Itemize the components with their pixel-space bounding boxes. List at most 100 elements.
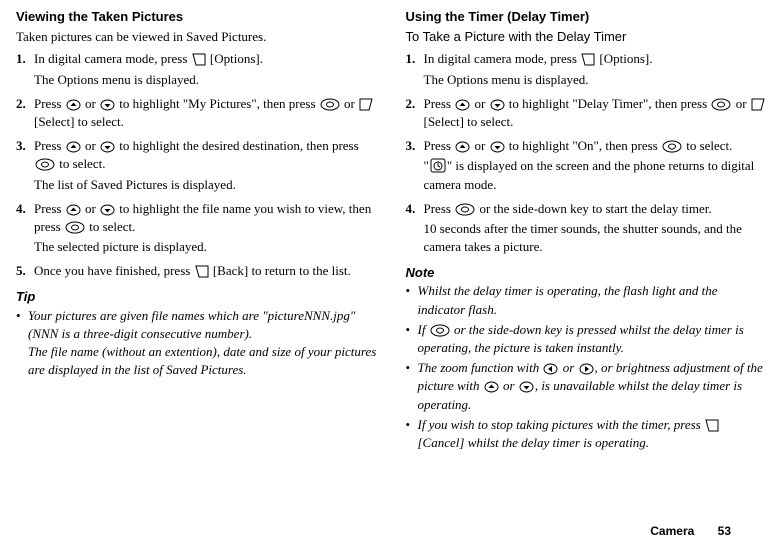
nav-down-icon [490, 99, 505, 111]
bullet-text: The zoom function with or , or brightnes… [418, 359, 768, 414]
steps-list: 1.In digital camera mode, press [Options… [406, 50, 768, 258]
page-footer: Camera 53 [16, 515, 767, 548]
steps-list: 1.In digital camera mode, press [Options… [16, 50, 378, 282]
step-item: 1.In digital camera mode, press [Options… [406, 50, 768, 90]
center-key-icon [455, 203, 475, 216]
step-line: Once you have finished, press [Back] to … [34, 262, 378, 280]
step-line: The Options menu is displayed. [424, 71, 768, 89]
nav-down-icon [100, 99, 115, 111]
step-line: Press or to highlight "Delay Timer", the… [424, 95, 768, 131]
bullet-marker: • [406, 359, 418, 414]
step-number: 5. [16, 262, 34, 282]
center-key-icon [320, 98, 340, 111]
step-line: Press or to highlight the file name you … [34, 200, 378, 236]
bullet-item: •If you wish to stop taking pictures wit… [406, 416, 768, 452]
step-number: 1. [406, 50, 424, 90]
bullet-item: •The zoom function with or , or brightne… [406, 359, 768, 414]
center-key-icon [662, 140, 682, 153]
delay-timer-icon [430, 158, 446, 173]
step-item: 3.Press or to highlight the desired dest… [16, 137, 378, 196]
step-line: The selected picture is displayed. [34, 238, 378, 256]
step-number: 2. [16, 95, 34, 133]
nav-up-icon [455, 99, 470, 111]
step-item: 4.Press or the side-down key to start th… [406, 200, 768, 259]
step-body: Press or to highlight "On", then press t… [424, 137, 768, 196]
step-number: 2. [406, 95, 424, 133]
step-line: Press or to highlight "On", then press t… [424, 137, 768, 155]
step-item: 1.In digital camera mode, press [Options… [16, 50, 378, 90]
step-body: Press or to highlight the desired destin… [34, 137, 378, 196]
nav-down-icon [519, 381, 534, 393]
nav-down-icon [100, 141, 115, 153]
step-line: Press or to highlight "My Pictures", the… [34, 95, 378, 131]
nav-up-icon [484, 381, 499, 393]
bullet-item: •Your pictures are given file names whic… [16, 307, 378, 380]
section-heading: Using the Timer (Delay Timer) [406, 8, 768, 26]
bullet-marker: • [16, 307, 28, 380]
step-line: The Options menu is displayed. [34, 71, 378, 89]
step-item: 2.Press or to highlight "Delay Timer", t… [406, 95, 768, 133]
bullet-text: If you wish to stop taking pictures with… [418, 416, 768, 452]
softkey-right-icon [192, 53, 206, 66]
nav-up-icon [66, 141, 81, 153]
step-body: In digital camera mode, press [Options].… [34, 50, 378, 90]
step-number: 4. [406, 200, 424, 259]
softkey-right-icon [195, 265, 209, 278]
step-item: 2.Press or to highlight "My Pictures", t… [16, 95, 378, 133]
step-item: 3.Press or to highlight "On", then press… [406, 137, 768, 196]
nav-up-icon [66, 204, 81, 216]
step-line: 10 seconds after the timer sounds, the s… [424, 220, 768, 256]
nav-down-icon [100, 204, 115, 216]
step-line: Press or to highlight the desired destin… [34, 137, 378, 173]
step-body: Press or to highlight the file name you … [34, 200, 378, 259]
intro-text: Taken pictures can be viewed in Saved Pi… [16, 28, 378, 46]
step-line: In digital camera mode, press [Options]. [34, 50, 378, 68]
tips-list: •Your pictures are given file names whic… [16, 307, 378, 380]
step-line: Press or the side-down key to start the … [424, 200, 768, 218]
subheading: To Take a Picture with the Delay Timer [406, 28, 768, 46]
softkey-left-icon [751, 98, 765, 111]
section-heading: Viewing the Taken Pictures [16, 8, 378, 26]
step-body: Once you have finished, press [Back] to … [34, 262, 378, 282]
softkey-left-icon [359, 98, 373, 111]
bullet-marker: • [406, 321, 418, 357]
footer-page-number: 53 [718, 524, 731, 538]
step-number: 4. [16, 200, 34, 259]
left-column: Viewing the Taken Pictures Taken picture… [16, 8, 378, 515]
step-item: 5.Once you have finished, press [Back] t… [16, 262, 378, 282]
nav-left-icon [543, 363, 558, 375]
right-column: Using the Timer (Delay Timer) To Take a … [406, 8, 768, 515]
center-key-icon [430, 324, 450, 337]
step-number: 3. [406, 137, 424, 196]
step-line: "" is displayed on the screen and the ph… [424, 157, 768, 193]
softkey-right-icon [581, 53, 595, 66]
nav-down-icon [490, 141, 505, 153]
step-body: Press or to highlight "Delay Timer", the… [424, 95, 768, 133]
tip-label: Tip [16, 288, 378, 306]
nav-up-icon [455, 141, 470, 153]
bullet-marker: • [406, 282, 418, 318]
footer-section: Camera [650, 524, 694, 538]
nav-up-icon [66, 99, 81, 111]
step-item: 4.Press or to highlight the file name yo… [16, 200, 378, 259]
center-key-icon [65, 221, 85, 234]
step-body: In digital camera mode, press [Options].… [424, 50, 768, 90]
bullet-marker: • [406, 416, 418, 452]
bullet-text: If or the side-down key is pressed whils… [418, 321, 768, 357]
step-line: In digital camera mode, press [Options]. [424, 50, 768, 68]
bullet-item: •If or the side-down key is pressed whil… [406, 321, 768, 357]
step-number: 1. [16, 50, 34, 90]
center-key-icon [35, 158, 55, 171]
softkey-right-icon [705, 419, 719, 432]
center-key-icon [711, 98, 731, 111]
bullet-text: Your pictures are given file names which… [28, 307, 378, 380]
step-line: The list of Saved Pictures is displayed. [34, 176, 378, 194]
step-body: Press or the side-down key to start the … [424, 200, 768, 259]
note-label: Note [406, 264, 768, 282]
nav-right-icon [579, 363, 594, 375]
step-number: 3. [16, 137, 34, 196]
bullet-item: •Whilst the delay timer is operating, th… [406, 282, 768, 318]
step-body: Press or to highlight "My Pictures", the… [34, 95, 378, 133]
bullet-text: Whilst the delay timer is operating, the… [418, 282, 768, 318]
notes-list: •Whilst the delay timer is operating, th… [406, 282, 768, 452]
